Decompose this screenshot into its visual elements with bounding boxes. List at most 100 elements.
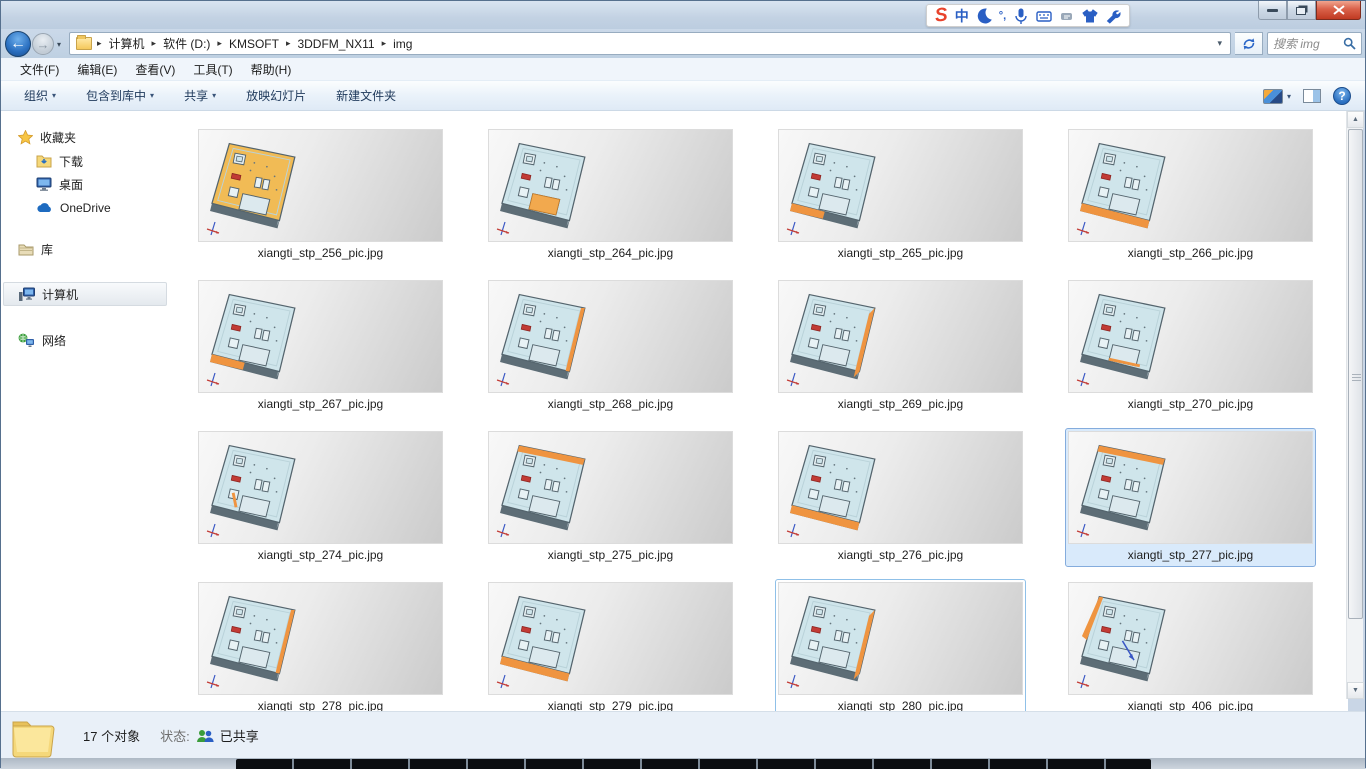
minimize-icon [1267, 9, 1278, 12]
status-label: 状态: [160, 726, 190, 745]
network-icon [18, 333, 35, 348]
command-bar: 组织▾包含到库中▾共享▾放映幻灯片新建文件夹 ▾ ? [1, 81, 1365, 111]
breadcrumb-item[interactable]: KMSOFT [223, 35, 285, 53]
menu-item[interactable]: 文件(F) [11, 58, 68, 81]
breadcrumb-item[interactable]: 3DDFM_NX11 [291, 35, 380, 53]
menu-item[interactable]: 帮助(H) [242, 58, 301, 81]
file-item[interactable]: xiangti_stp_270_pic.jpg [1065, 277, 1316, 416]
toolbar-button[interactable]: 新建文件夹 [325, 81, 407, 110]
file-name: xiangti_stp_274_pic.jpg [198, 548, 443, 564]
navigation-pane: 收藏夹下载桌面OneDrive 库计算机网络 [1, 111, 171, 711]
file-item[interactable]: xiangti_stp_277_pic.jpg [1065, 428, 1316, 567]
sidebar-item-OneDrive[interactable]: OneDrive [3, 196, 167, 220]
chevron-down-icon: ▾ [150, 91, 154, 100]
toolbar-button[interactable]: 共享▾ [173, 81, 227, 110]
back-button[interactable]: ← [5, 31, 31, 57]
axes-triad-icon [496, 673, 512, 691]
status-bar: 17 个对象 状态: 已共享 [1, 711, 1365, 758]
toolbar-button[interactable]: 包含到库中▾ [75, 81, 165, 110]
toolbar-button[interactable]: 放映幻灯片 [235, 81, 317, 110]
minimize-button[interactable] [1258, 1, 1287, 20]
recent-pages-dropdown-icon[interactable]: ▾ [57, 40, 61, 49]
axes-triad-icon [496, 522, 512, 540]
file-name: xiangti_stp_256_pic.jpg [198, 246, 443, 262]
file-thumbnail [488, 582, 733, 695]
file-thumbnail [488, 129, 733, 242]
file-item[interactable]: xiangti_stp_269_pic.jpg [775, 277, 1026, 416]
change-view-button[interactable]: ▾ [1263, 89, 1291, 104]
handwriting-icon[interactable] [1059, 8, 1075, 24]
item-count: 17 个对象 [83, 726, 140, 745]
search-icon[interactable] [1343, 37, 1356, 50]
refresh-button[interactable] [1235, 32, 1263, 55]
file-item[interactable]: xiangti_stp_267_pic.jpg [195, 277, 446, 416]
shared-users-icon [196, 729, 214, 743]
microphone-icon[interactable] [1013, 8, 1029, 24]
bottom-edge-strip [1, 758, 1365, 769]
vertical-scrollbar[interactable]: ▲ ▼ [1346, 111, 1363, 699]
toolbar-button[interactable]: 组织▾ [13, 81, 67, 110]
file-thumbnail [1068, 582, 1313, 695]
maximize-button[interactable] [1287, 1, 1316, 20]
sidebar-item-收藏夹[interactable]: 收藏夹 [3, 125, 167, 149]
menu-item[interactable]: 工具(T) [184, 58, 241, 81]
address-dropdown-icon[interactable]: ▾ [1217, 38, 1226, 49]
forward-button[interactable]: → [32, 33, 54, 55]
scroll-down-icon[interactable]: ▼ [1347, 682, 1364, 699]
axes-triad-icon [206, 220, 222, 238]
file-item[interactable]: xiangti_stp_266_pic.jpg [1065, 126, 1316, 265]
sidebar-item-计算机[interactable]: 计算机 [3, 282, 167, 306]
breadcrumb-item[interactable]: 软件 (D:) [157, 33, 216, 54]
menu-item[interactable]: 查看(V) [126, 58, 184, 81]
file-item[interactable]: xiangti_stp_280_pic.jpg [775, 579, 1026, 711]
menu-item[interactable]: 编辑(E) [68, 58, 126, 81]
file-item[interactable]: xiangti_stp_278_pic.jpg [195, 579, 446, 711]
file-item[interactable]: xiangti_stp_268_pic.jpg [485, 277, 736, 416]
address-bar[interactable]: ▸计算机▸软件 (D:)▸KMSOFT▸3DDFM_NX11▸img ▾ [69, 32, 1231, 55]
file-item[interactable]: xiangti_stp_265_pic.jpg [775, 126, 1026, 265]
scroll-up-icon[interactable]: ▲ [1347, 111, 1364, 128]
sidebar-item-label: 收藏夹 [40, 129, 76, 146]
search-input[interactable]: 搜索 img [1267, 32, 1362, 55]
toolbar-button-label: 组织 [24, 87, 48, 104]
file-item[interactable]: xiangti_stp_264_pic.jpg [485, 126, 736, 265]
file-thumbnail [198, 280, 443, 393]
star-icon [18, 130, 33, 145]
sogou-logo-icon[interactable]: S [934, 5, 949, 26]
sidebar-item-label: 计算机 [42, 286, 78, 303]
sidebar-item-label: 下载 [59, 153, 83, 170]
keyboard-icon[interactable] [1036, 8, 1052, 24]
menu-bar: 文件(F)编辑(E)查看(V)工具(T)帮助(H) [1, 58, 1365, 81]
file-item[interactable]: xiangti_stp_406_pic.jpg [1065, 579, 1316, 711]
file-item[interactable]: xiangti_stp_274_pic.jpg [195, 428, 446, 567]
wrench-icon[interactable] [1105, 8, 1121, 24]
breadcrumb-item[interactable]: 计算机 [103, 33, 151, 54]
sidebar-item-桌面[interactable]: 桌面 [3, 172, 167, 196]
breadcrumb-item[interactable]: img [387, 35, 418, 53]
title-bar[interactable]: S 中 °, [1, 1, 1365, 29]
sidebar-item-label: 库 [41, 241, 53, 258]
file-name: xiangti_stp_276_pic.jpg [778, 548, 1023, 564]
file-item[interactable]: xiangti_stp_256_pic.jpg [195, 126, 446, 265]
sidebar-item-网络[interactable]: 网络 [3, 328, 167, 352]
ime-toolbar[interactable]: S 中 °, [926, 4, 1130, 27]
axes-triad-icon [206, 371, 222, 389]
sidebar-item-下载[interactable]: 下载 [3, 149, 167, 173]
chinese-mode-icon[interactable]: 中 [955, 6, 969, 26]
breadcrumb: ▸计算机▸软件 (D:)▸KMSOFT▸3DDFM_NX11▸img [96, 33, 418, 54]
punctuation-icon[interactable]: °, [999, 10, 1006, 22]
toolbar-button-label: 放映幻灯片 [246, 87, 306, 104]
close-button[interactable] [1316, 1, 1361, 20]
preview-pane-button[interactable] [1303, 89, 1321, 103]
downloads-folder-icon [36, 154, 52, 168]
file-item[interactable]: xiangti_stp_275_pic.jpg [485, 428, 736, 567]
sidebar-item-库[interactable]: 库 [3, 237, 167, 261]
scrollbar-thumb[interactable] [1348, 129, 1363, 619]
file-item[interactable]: xiangti_stp_279_pic.jpg [485, 579, 736, 711]
file-thumbnail [198, 129, 443, 242]
moon-icon[interactable] [976, 8, 992, 24]
skin-icon[interactable] [1082, 8, 1098, 24]
file-item[interactable]: xiangti_stp_276_pic.jpg [775, 428, 1026, 567]
file-thumbnail [488, 280, 733, 393]
help-button[interactable]: ? [1333, 87, 1351, 105]
